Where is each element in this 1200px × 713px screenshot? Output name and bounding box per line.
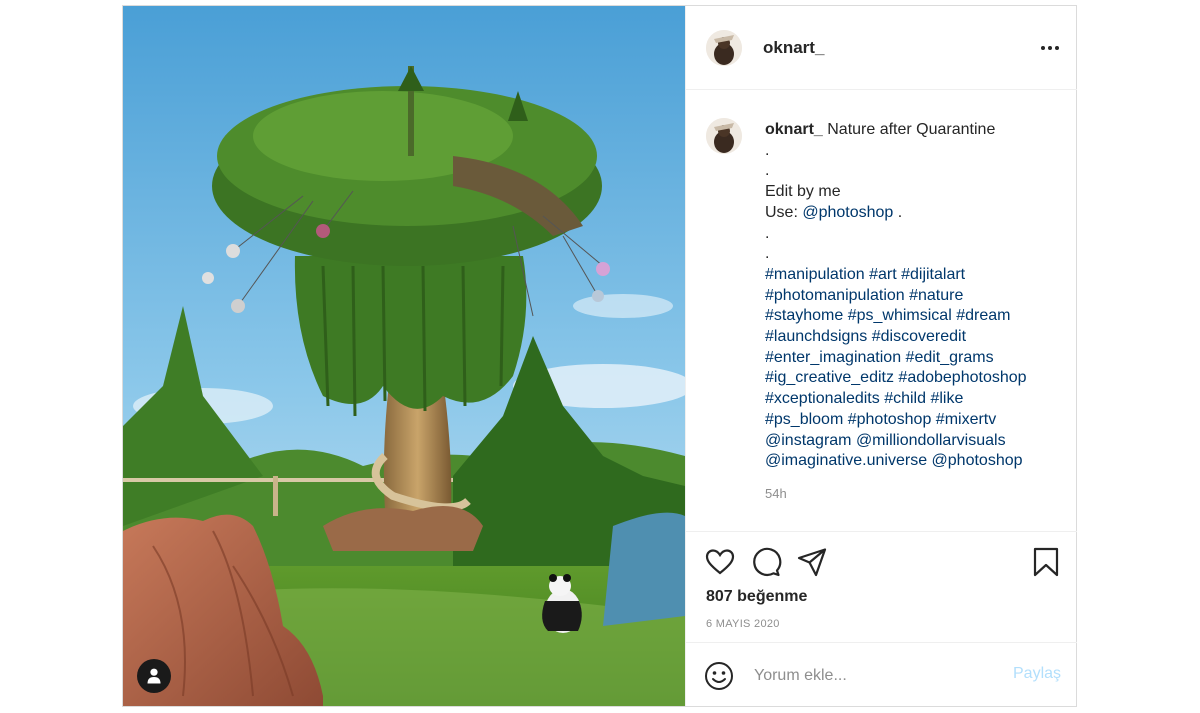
user-tag-button[interactable] [137,659,171,693]
caption-dot: . [765,245,770,263]
mention-line[interactable]: @instagram @milliondollarvisuals [765,432,1006,449]
comment-icon [753,547,782,577]
caption-dot: . [765,141,770,159]
hashtag-line[interactable]: #ig_creative_editz #adobephotoshop [765,369,1027,386]
caption-avatar[interactable] [706,118,742,154]
emoji-button[interactable] [704,661,734,691]
hashtag-line[interactable]: #ps_bloom #photoshop #mixertv [765,411,996,428]
username[interactable]: oknart_ [763,38,824,58]
comments-section: oknart_ Nature after Quarantine . . Edit… [686,90,1077,531]
share-button[interactable] [796,546,828,578]
hashtag-line[interactable]: #photomanipulation #nature [765,287,963,304]
caption-title: Nature after Quarantine [822,121,996,138]
instagram-post: oknart_ oknart_ Nature after Quarantine … [122,5,1077,707]
caption-author[interactable]: oknart_ [765,121,823,138]
post-date: 6 MAYIS 2020 [706,618,780,630]
hashtag-line[interactable]: #manipulation #art #dijitalart [765,266,965,283]
caption-use-suffix: . [893,203,903,221]
user-tag-icon [147,668,161,684]
post-side-panel: oknart_ oknart_ Nature after Quarantine … [685,6,1077,706]
avatar-image [706,30,742,66]
avatar-image [706,118,742,154]
caption-dot: . [765,162,770,180]
post-header: oknart_ [686,6,1077,90]
mention-link[interactable]: @photoshop [802,204,893,221]
mention-line[interactable]: @imaginative.universe @photoshop [765,452,1023,469]
save-button[interactable] [1030,546,1062,578]
caption-edit-line: Edit by me [765,183,841,201]
post-caption: oknart_ Nature after Quarantine . . Edit… [765,120,1065,472]
add-comment-bar: Paylaş [686,642,1077,706]
like-button[interactable] [704,546,736,578]
caption-timestamp[interactable]: 54h [765,486,787,501]
share-icon [797,548,827,577]
like-count[interactable]: 807 beğenme [706,588,807,606]
more-options-icon[interactable] [1038,36,1062,60]
avatar[interactable] [706,30,742,66]
tree-house-image [123,6,685,706]
emoji-icon [705,662,733,690]
hashtag-line[interactable]: #stayhome #ps_whimsical #dream [765,307,1010,324]
post-comment-button[interactable]: Paylaş [1013,665,1061,683]
hashtag-line[interactable]: #enter_imagination #edit_grams [765,349,994,366]
post-photo[interactable] [123,6,685,706]
post-actions: 807 beğenme 6 MAYIS 2020 [686,531,1077,643]
bookmark-icon [1033,547,1059,577]
comment-button[interactable] [750,546,782,578]
heart-icon [705,549,735,575]
caption-dot: . [765,224,770,242]
hashtag-line[interactable]: #xceptionaledits #child #like [765,390,963,407]
hashtag-line[interactable]: #launchdsigns #discoveredit [765,328,966,345]
caption-use-prefix: Use: [765,203,803,221]
comment-input[interactable] [752,663,1006,689]
